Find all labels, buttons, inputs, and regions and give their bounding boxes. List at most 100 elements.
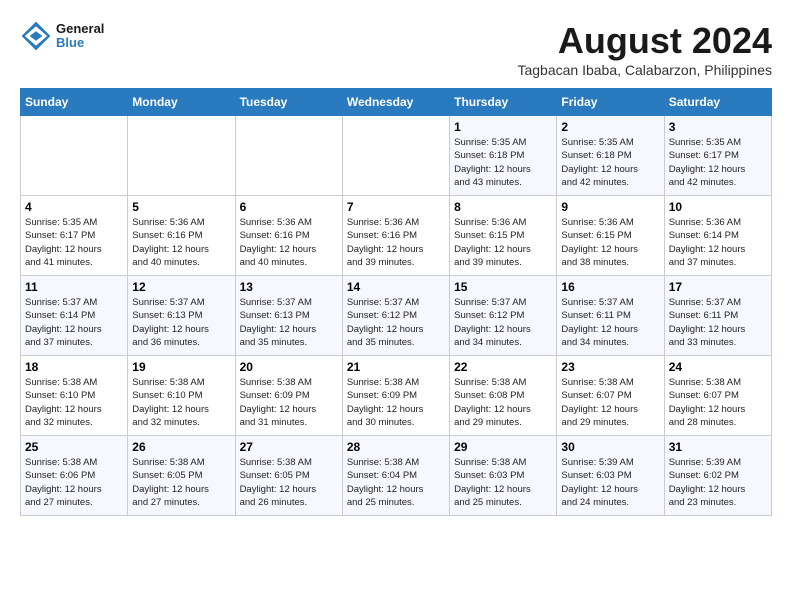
week-row-3: 11 Sunrise: 5:37 AM Sunset: 6:14 PM Dayli… bbox=[21, 276, 772, 356]
calendar-cell: 28 Sunrise: 5:38 AM Sunset: 6:04 PM Dayli… bbox=[342, 436, 449, 516]
calendar-cell: 24 Sunrise: 5:38 AM Sunset: 6:07 PM Dayli… bbox=[664, 356, 771, 436]
day-number: 9 bbox=[561, 200, 659, 214]
logo-icon bbox=[20, 20, 52, 52]
day-header-tuesday: Tuesday bbox=[235, 89, 342, 116]
day-info: Sunrise: 5:38 AM Sunset: 6:09 PM Dayligh… bbox=[347, 376, 445, 429]
day-info: Sunrise: 5:36 AM Sunset: 6:16 PM Dayligh… bbox=[347, 216, 445, 269]
day-number: 4 bbox=[25, 200, 123, 214]
day-number: 18 bbox=[25, 360, 123, 374]
day-info: Sunrise: 5:36 AM Sunset: 6:15 PM Dayligh… bbox=[561, 216, 659, 269]
day-number: 25 bbox=[25, 440, 123, 454]
calendar-cell bbox=[342, 116, 449, 196]
week-row-1: 1Sunrise: 5:35 AM Sunset: 6:18 PM Daylig… bbox=[21, 116, 772, 196]
calendar-cell: 31Sunrise: 5:39 AM Sunset: 6:02 PM Dayli… bbox=[664, 436, 771, 516]
day-info: Sunrise: 5:35 AM Sunset: 6:18 PM Dayligh… bbox=[561, 136, 659, 189]
day-number: 28 bbox=[347, 440, 445, 454]
day-info: Sunrise: 5:35 AM Sunset: 6:18 PM Dayligh… bbox=[454, 136, 552, 189]
day-info: Sunrise: 5:39 AM Sunset: 6:03 PM Dayligh… bbox=[561, 456, 659, 509]
calendar-header-row: SundayMondayTuesdayWednesdayThursdayFrid… bbox=[21, 89, 772, 116]
calendar-cell: 18 Sunrise: 5:38 AM Sunset: 6:10 PM Dayli… bbox=[21, 356, 128, 436]
day-info: Sunrise: 5:36 AM Sunset: 6:15 PM Dayligh… bbox=[454, 216, 552, 269]
day-number: 17 bbox=[669, 280, 767, 294]
day-info: Sunrise: 5:38 AM Sunset: 6:04 PM Dayligh… bbox=[347, 456, 445, 509]
day-info: Sunrise: 5:38 AM Sunset: 6:05 PM Dayligh… bbox=[132, 456, 230, 509]
day-info: Sunrise: 5:37 AM Sunset: 6:13 PM Dayligh… bbox=[240, 296, 338, 349]
day-number: 12 bbox=[132, 280, 230, 294]
calendar-table: SundayMondayTuesdayWednesdayThursdayFrid… bbox=[20, 88, 772, 516]
calendar-cell: 29 Sunrise: 5:38 AM Sunset: 6:03 PM Dayli… bbox=[450, 436, 557, 516]
calendar-cell: 10 Sunrise: 5:36 AM Sunset: 6:14 PM Dayli… bbox=[664, 196, 771, 276]
calendar-cell: 5 Sunrise: 5:36 AM Sunset: 6:16 PM Daylig… bbox=[128, 196, 235, 276]
day-info: Sunrise: 5:35 AM Sunset: 6:17 PM Dayligh… bbox=[25, 216, 123, 269]
day-number: 3 bbox=[669, 120, 767, 134]
week-row-5: 25 Sunrise: 5:38 AM Sunset: 6:06 PM Dayli… bbox=[21, 436, 772, 516]
calendar-cell: 25 Sunrise: 5:38 AM Sunset: 6:06 PM Dayli… bbox=[21, 436, 128, 516]
day-number: 16 bbox=[561, 280, 659, 294]
calendar-cell: 6 Sunrise: 5:36 AM Sunset: 6:16 PM Daylig… bbox=[235, 196, 342, 276]
day-number: 24 bbox=[669, 360, 767, 374]
day-header-friday: Friday bbox=[557, 89, 664, 116]
calendar-cell: 21Sunrise: 5:38 AM Sunset: 6:09 PM Dayli… bbox=[342, 356, 449, 436]
calendar-cell: 16Sunrise: 5:37 AM Sunset: 6:11 PM Dayli… bbox=[557, 276, 664, 356]
day-header-wednesday: Wednesday bbox=[342, 89, 449, 116]
calendar-cell: 15Sunrise: 5:37 AM Sunset: 6:12 PM Dayli… bbox=[450, 276, 557, 356]
calendar-cell bbox=[235, 116, 342, 196]
day-info: Sunrise: 5:38 AM Sunset: 6:08 PM Dayligh… bbox=[454, 376, 552, 429]
day-number: 7 bbox=[347, 200, 445, 214]
calendar-cell: 26 Sunrise: 5:38 AM Sunset: 6:05 PM Dayli… bbox=[128, 436, 235, 516]
day-info: Sunrise: 5:38 AM Sunset: 6:06 PM Dayligh… bbox=[25, 456, 123, 509]
day-header-saturday: Saturday bbox=[664, 89, 771, 116]
day-info: Sunrise: 5:38 AM Sunset: 6:07 PM Dayligh… bbox=[561, 376, 659, 429]
day-number: 29 bbox=[454, 440, 552, 454]
day-info: Sunrise: 5:36 AM Sunset: 6:14 PM Dayligh… bbox=[669, 216, 767, 269]
day-number: 6 bbox=[240, 200, 338, 214]
day-number: 31 bbox=[669, 440, 767, 454]
calendar-cell bbox=[21, 116, 128, 196]
day-number: 11 bbox=[25, 280, 123, 294]
calendar-cell: 13 Sunrise: 5:37 AM Sunset: 6:13 PM Dayli… bbox=[235, 276, 342, 356]
day-number: 22 bbox=[454, 360, 552, 374]
day-number: 10 bbox=[669, 200, 767, 214]
day-number: 26 bbox=[132, 440, 230, 454]
day-number: 5 bbox=[132, 200, 230, 214]
day-number: 20 bbox=[240, 360, 338, 374]
calendar-cell: 1Sunrise: 5:35 AM Sunset: 6:18 PM Daylig… bbox=[450, 116, 557, 196]
week-row-4: 18 Sunrise: 5:38 AM Sunset: 6:10 PM Dayli… bbox=[21, 356, 772, 436]
calendar-cell: 3 Sunrise: 5:35 AM Sunset: 6:17 PM Daylig… bbox=[664, 116, 771, 196]
calendar-cell: 2 Sunrise: 5:35 AM Sunset: 6:18 PM Daylig… bbox=[557, 116, 664, 196]
day-info: Sunrise: 5:38 AM Sunset: 6:09 PM Dayligh… bbox=[240, 376, 338, 429]
calendar-cell bbox=[128, 116, 235, 196]
calendar-cell: 23 Sunrise: 5:38 AM Sunset: 6:07 PM Dayli… bbox=[557, 356, 664, 436]
calendar-cell: 27Sunrise: 5:38 AM Sunset: 6:05 PM Dayli… bbox=[235, 436, 342, 516]
calendar-cell: 14Sunrise: 5:37 AM Sunset: 6:12 PM Dayli… bbox=[342, 276, 449, 356]
day-number: 2 bbox=[561, 120, 659, 134]
calendar-cell: 20 Sunrise: 5:38 AM Sunset: 6:09 PM Dayli… bbox=[235, 356, 342, 436]
day-number: 13 bbox=[240, 280, 338, 294]
day-number: 30 bbox=[561, 440, 659, 454]
day-header-monday: Monday bbox=[128, 89, 235, 116]
logo-line1: General bbox=[56, 22, 104, 36]
calendar-cell: 12Sunrise: 5:37 AM Sunset: 6:13 PM Dayli… bbox=[128, 276, 235, 356]
calendar-body: 1Sunrise: 5:35 AM Sunset: 6:18 PM Daylig… bbox=[21, 116, 772, 516]
day-info: Sunrise: 5:35 AM Sunset: 6:17 PM Dayligh… bbox=[669, 136, 767, 189]
day-number: 15 bbox=[454, 280, 552, 294]
day-info: Sunrise: 5:38 AM Sunset: 6:10 PM Dayligh… bbox=[25, 376, 123, 429]
calendar-cell: 17 Sunrise: 5:37 AM Sunset: 6:11 PM Dayli… bbox=[664, 276, 771, 356]
day-info: Sunrise: 5:37 AM Sunset: 6:11 PM Dayligh… bbox=[669, 296, 767, 349]
day-number: 14 bbox=[347, 280, 445, 294]
day-info: Sunrise: 5:37 AM Sunset: 6:14 PM Dayligh… bbox=[25, 296, 123, 349]
day-header-sunday: Sunday bbox=[21, 89, 128, 116]
day-info: Sunrise: 5:36 AM Sunset: 6:16 PM Dayligh… bbox=[240, 216, 338, 269]
day-number: 27 bbox=[240, 440, 338, 454]
day-number: 23 bbox=[561, 360, 659, 374]
logo: General Blue bbox=[20, 20, 104, 52]
calendar-cell: 19Sunrise: 5:38 AM Sunset: 6:10 PM Dayli… bbox=[128, 356, 235, 436]
title-section: August 2024 Tagbacan Ibaba, Calabarzon, … bbox=[517, 20, 772, 78]
day-info: Sunrise: 5:38 AM Sunset: 6:03 PM Dayligh… bbox=[454, 456, 552, 509]
day-info: Sunrise: 5:38 AM Sunset: 6:10 PM Dayligh… bbox=[132, 376, 230, 429]
subtitle: Tagbacan Ibaba, Calabarzon, Philippines bbox=[517, 62, 772, 78]
day-info: Sunrise: 5:36 AM Sunset: 6:16 PM Dayligh… bbox=[132, 216, 230, 269]
day-info: Sunrise: 5:38 AM Sunset: 6:07 PM Dayligh… bbox=[669, 376, 767, 429]
logo-line2: Blue bbox=[56, 36, 104, 50]
header: General Blue August 2024 Tagbacan Ibaba,… bbox=[20, 20, 772, 78]
